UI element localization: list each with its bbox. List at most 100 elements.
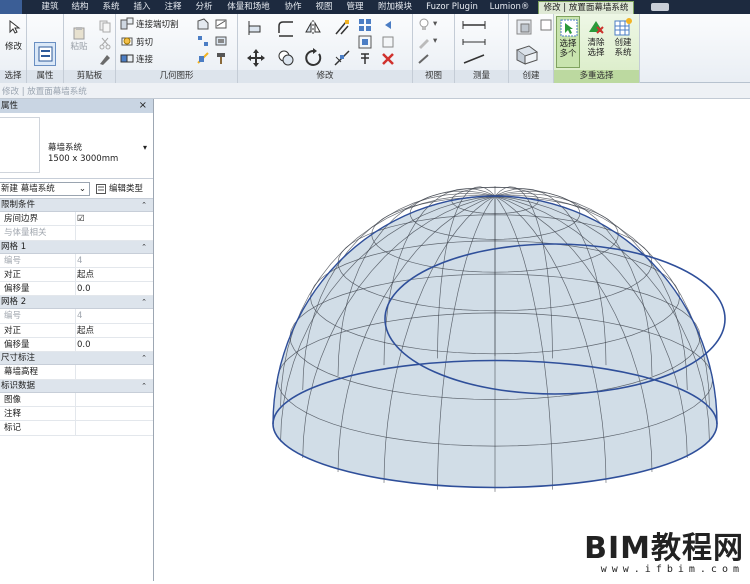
property-value[interactable] bbox=[75, 365, 154, 380]
property-group-header[interactable]: 标识数据 ⌃ bbox=[0, 379, 153, 393]
property-group-header[interactable]: 网格 2 ⌃ bbox=[0, 296, 153, 310]
match-properties-icon[interactable] bbox=[98, 52, 112, 66]
collapse-icon[interactable]: ⌃ bbox=[141, 199, 147, 212]
tab-2[interactable]: 结构 bbox=[66, 1, 94, 14]
application-menu-button[interactable] bbox=[0, 0, 22, 14]
instance-filter-dropdown[interactable]: 新建 幕墙系统 ⌄ bbox=[0, 182, 90, 196]
property-row: 注释 bbox=[0, 406, 154, 422]
tab-12[interactable]: Fuzor Plugin bbox=[421, 1, 483, 14]
property-group-header[interactable]: 网格 1 ⌃ bbox=[0, 240, 153, 254]
property-value[interactable]: 起点 bbox=[75, 323, 154, 338]
move-icon[interactable] bbox=[246, 48, 266, 68]
join-geometry-icon[interactable] bbox=[120, 51, 134, 65]
property-group-header[interactable]: 尺寸标注 ⌃ bbox=[0, 352, 153, 366]
cut-geometry-label[interactable]: 剪切 bbox=[136, 36, 153, 48]
property-key: 编号 bbox=[4, 255, 22, 266]
create-assembly-icon[interactable] bbox=[515, 18, 535, 36]
create-parts-icon[interactable] bbox=[515, 44, 539, 66]
copy-icon[interactable] bbox=[98, 19, 112, 33]
pin-icon[interactable] bbox=[358, 52, 372, 66]
tab-5[interactable]: 注释 bbox=[159, 1, 187, 14]
rotate-icon[interactable] bbox=[304, 48, 324, 68]
tab-bar-toggle-icon[interactable] bbox=[651, 3, 669, 11]
unpin-icon[interactable] bbox=[381, 18, 395, 32]
panel-title-select[interactable]: 选择 bbox=[0, 70, 26, 83]
join-cut-label[interactable]: 连接端切割 bbox=[136, 18, 179, 30]
dimension-icon[interactable] bbox=[461, 52, 487, 66]
pencil-icon[interactable] bbox=[417, 35, 431, 49]
tab-4[interactable]: 插入 bbox=[128, 1, 156, 14]
view-dropdown-1-icon[interactable]: ▾ bbox=[433, 19, 437, 29]
wall-opening-icon[interactable] bbox=[196, 51, 210, 65]
paste-button[interactable]: 粘贴 bbox=[67, 42, 91, 52]
cut-geometry-icon[interactable] bbox=[120, 34, 134, 48]
curtain-system-dome[interactable] bbox=[155, 99, 750, 581]
collapse-icon[interactable]: ⌃ bbox=[141, 380, 147, 393]
split-element-icon[interactable] bbox=[332, 48, 352, 68]
properties-button[interactable] bbox=[34, 42, 56, 66]
collapse-icon[interactable]: ⌃ bbox=[141, 241, 147, 254]
property-value[interactable] bbox=[75, 406, 154, 421]
create-group-icon[interactable] bbox=[539, 18, 553, 32]
create-system-icon[interactable] bbox=[614, 18, 632, 36]
join-cut-icon[interactable] bbox=[120, 17, 134, 31]
properties-title: 属性 bbox=[1, 101, 19, 111]
tab-1[interactable]: 建筑 bbox=[36, 1, 64, 14]
modify-button[interactable]: 修改 bbox=[0, 42, 27, 52]
property-value[interactable]: 0.0 bbox=[75, 282, 154, 297]
property-value[interactable]: ☑ bbox=[75, 212, 154, 226]
lightbulb-icon[interactable] bbox=[417, 18, 431, 32]
property-row: 编号 4 bbox=[0, 253, 153, 268]
property-value[interactable]: 起点 bbox=[75, 267, 154, 282]
select-multiple-button[interactable]: 选择 多个 bbox=[556, 16, 580, 68]
view-dropdown-2-icon[interactable]: ▾ bbox=[433, 36, 437, 46]
properties-palette: 属性 × 幕墙系统 1500 x 3000mm ▾ 新建 幕墙系统 ⌄ 编辑类型… bbox=[0, 99, 154, 581]
offset-icon[interactable] bbox=[276, 18, 296, 38]
tab-10[interactable]: 管理 bbox=[341, 1, 369, 14]
tab-13[interactable]: Lumion® bbox=[486, 1, 533, 14]
paint-icon[interactable] bbox=[214, 34, 228, 48]
tab-14[interactable]: 修改 | 放置面幕墙系统 bbox=[538, 1, 634, 14]
collapse-icon[interactable]: ⌃ bbox=[141, 352, 147, 365]
scale-icon[interactable] bbox=[358, 35, 372, 49]
property-value[interactable] bbox=[75, 421, 154, 436]
trim-extend-icon[interactable] bbox=[332, 18, 352, 38]
delete-icon[interactable] bbox=[381, 35, 395, 49]
tab-8[interactable]: 协作 bbox=[279, 1, 307, 14]
clear-selection-icon[interactable] bbox=[587, 18, 605, 36]
close-icon[interactable]: × bbox=[139, 99, 147, 113]
wall-joins-icon[interactable] bbox=[196, 17, 210, 31]
create-system-button[interactable]: 创建 系统 bbox=[610, 38, 636, 58]
tab-9[interactable]: 视图 bbox=[310, 1, 338, 14]
collapse-icon[interactable]: ⌃ bbox=[141, 296, 147, 309]
property-group-header[interactable]: 限制条件 ⌃ bbox=[0, 199, 153, 212]
split-face-icon[interactable] bbox=[196, 34, 210, 48]
measure-icon[interactable] bbox=[461, 18, 487, 32]
clear-selection-button[interactable]: 清除 选择 bbox=[583, 38, 609, 58]
tab-11[interactable]: 附加模块 bbox=[372, 1, 418, 14]
type-selector[interactable]: 幕墙系统 1500 x 3000mm ▾ bbox=[0, 113, 153, 179]
hammer-icon[interactable] bbox=[214, 51, 228, 65]
tab-6[interactable]: 分析 bbox=[190, 1, 218, 14]
edit-type-button[interactable]: 编辑类型 bbox=[94, 182, 150, 196]
property-key: 图像 bbox=[4, 394, 22, 405]
delete-x-icon[interactable] bbox=[381, 52, 395, 66]
tab-3[interactable]: 系统 bbox=[97, 1, 125, 14]
property-value[interactable]: 0.0 bbox=[75, 338, 154, 353]
property-value bbox=[75, 226, 154, 241]
copy-element-icon[interactable] bbox=[276, 48, 296, 68]
type-selector-dropdown-icon[interactable]: ▾ bbox=[143, 143, 147, 152]
demolish-icon[interactable] bbox=[214, 17, 228, 31]
paste-icon[interactable] bbox=[72, 26, 86, 40]
align-icon[interactable] bbox=[246, 18, 266, 38]
mirror-pick-icon[interactable] bbox=[304, 18, 324, 38]
aligned-dimension-icon[interactable] bbox=[461, 35, 487, 49]
cursor-icon[interactable] bbox=[7, 20, 21, 34]
linework-icon[interactable] bbox=[417, 52, 431, 66]
join-geometry-label[interactable]: 连接 bbox=[136, 53, 153, 65]
cut-icon[interactable] bbox=[98, 36, 112, 50]
property-value[interactable] bbox=[75, 392, 154, 407]
array-icon[interactable] bbox=[358, 18, 372, 32]
drawing-canvas[interactable]: BIM教程网 www.ifbim.com bbox=[155, 99, 750, 581]
tab-7[interactable]: 体量和场地 bbox=[221, 1, 276, 14]
